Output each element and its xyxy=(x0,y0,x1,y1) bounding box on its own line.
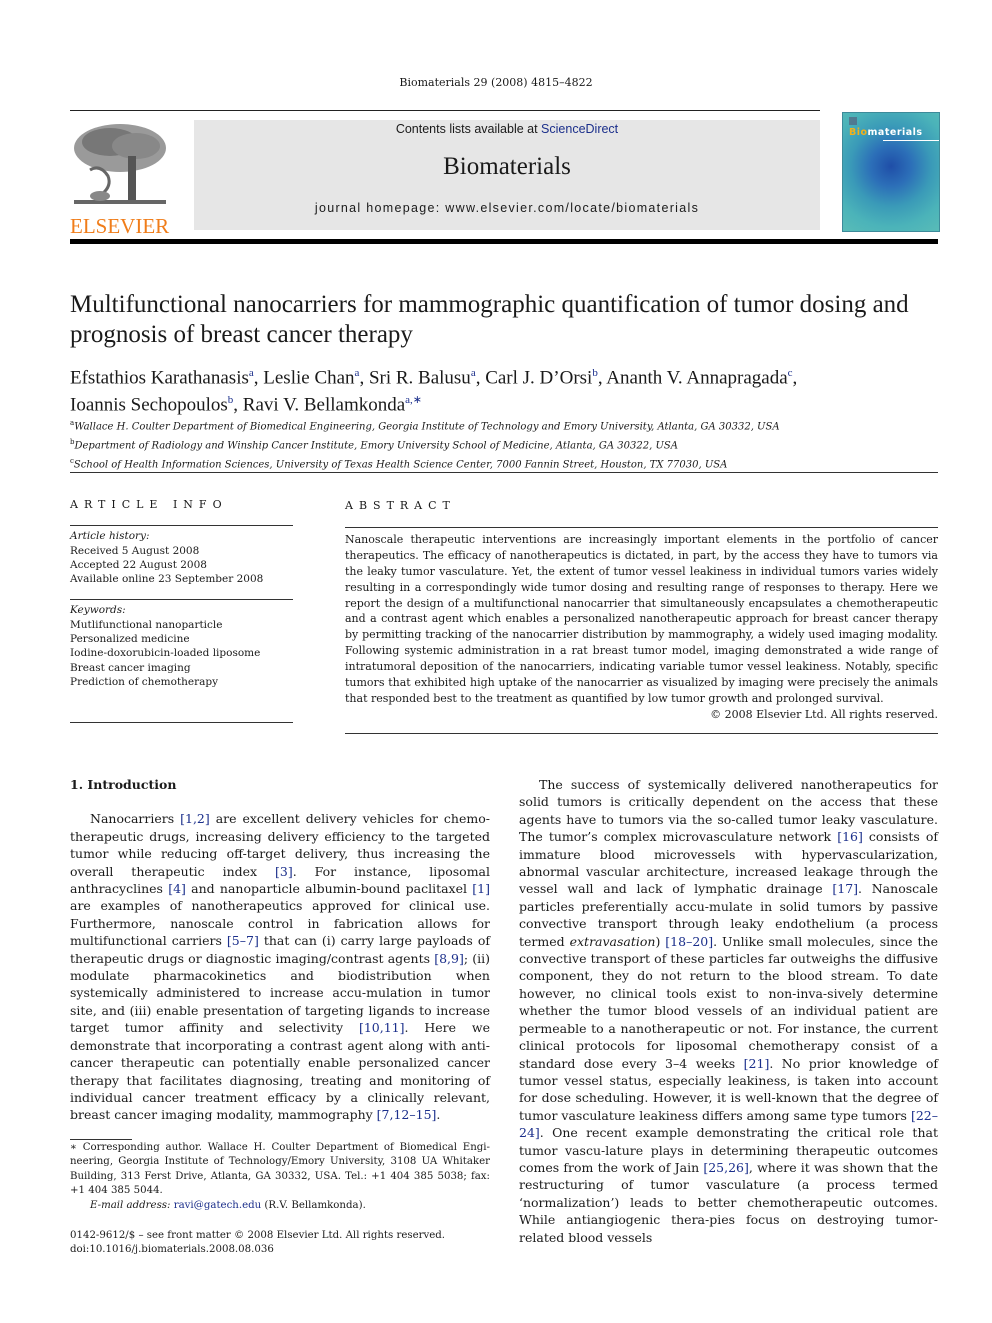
affiliation: bDepartment of Radiology and Winship Can… xyxy=(70,435,950,454)
email-suffix: (R.V. Bellamkonda). xyxy=(261,1199,366,1211)
email-label: E-mail address: xyxy=(90,1199,174,1211)
article-history: Received 5 August 2008 Accepted 22 August… xyxy=(70,544,293,587)
citation-link[interactable]: [10,11] xyxy=(359,1020,405,1035)
citation-link[interactable]: [1,2] xyxy=(180,811,210,826)
corresponding-author-text: ∗ Corresponding author. Wallace H. Coult… xyxy=(70,1142,490,1197)
article-history-label: Article history: xyxy=(70,530,150,543)
keywords-label: Keywords: xyxy=(70,604,126,617)
abstract-copyright: © 2008 Elsevier Ltd. All rights reserved… xyxy=(710,707,938,721)
keyword: Prediction of chemotherapy xyxy=(70,675,219,688)
abstract-rule xyxy=(345,526,938,528)
journal-cover-thumbnail[interactable]: Biomaterials xyxy=(842,112,940,232)
article-info-heading: ARTICLE INFO xyxy=(70,498,228,511)
journal-name: Biomaterials xyxy=(443,153,571,180)
keyword: Iodine-doxorubicin-loaded liposome xyxy=(70,647,261,660)
history-item: Received 5 August 2008 xyxy=(70,544,200,557)
italic-term: extravasation xyxy=(569,933,656,949)
journal-banner: Contents lists available at ScienceDirec… xyxy=(194,120,820,230)
citation-link[interactable]: [22–24] xyxy=(519,1108,938,1140)
affiliation-text: School of Health Information Sciences, U… xyxy=(73,458,728,470)
citation-link[interactable]: [4] xyxy=(168,881,186,896)
keyword: Personalized medicine xyxy=(70,633,190,646)
contents-prefix: Contents lists available at xyxy=(395,122,542,136)
affiliation-text: Department of Radiology and Winship Canc… xyxy=(74,440,678,452)
article-title: Multifunctional nanocarriers for mammogr… xyxy=(70,291,909,348)
citation-link[interactable]: [5–7] xyxy=(227,933,259,948)
author-name[interactable]: Leslie Chan xyxy=(263,367,354,388)
author-separator: , xyxy=(253,367,264,389)
abstract-bottom-rule xyxy=(345,732,938,734)
title-block-rule xyxy=(70,472,938,473)
cover-title-rest: materials xyxy=(867,127,923,138)
intro-paragraph-1: Nanocarriers [1,2] are excellent deliver… xyxy=(70,811,491,1123)
citation-link[interactable]: [7,12–15] xyxy=(377,1107,437,1122)
body-column-left: 1. Introduction Nanocarriers [1,2] are e… xyxy=(70,776,490,1124)
elsevier-logo[interactable]: ELSEVIER xyxy=(70,120,172,237)
history-item: Available online 23 September 2008 xyxy=(70,573,264,586)
article-info: ARTICLE INFO Article history: Received 5… xyxy=(70,498,293,724)
affiliation: aWallace H. Coulter Department of Biomed… xyxy=(70,416,950,435)
author-separator: , xyxy=(475,367,486,389)
citation-link[interactable]: [1] xyxy=(472,881,490,896)
cover-rule xyxy=(883,140,939,141)
abstract-heading: ABSTRACT xyxy=(345,499,456,512)
citation-link[interactable]: [25,26] xyxy=(703,1160,749,1175)
cover-title: Biomaterials xyxy=(849,127,923,138)
citation-link[interactable]: [3] xyxy=(275,864,293,879)
journal-citation: Biomaterials 29 (2008) 4815–4822 xyxy=(399,76,593,89)
header-thick-rule xyxy=(70,239,938,244)
email-line: E-mail address: ravi@gatech.edu (R.V. Be… xyxy=(70,1199,490,1213)
author-name[interactable]: Ioannis Sechopoulos xyxy=(70,395,228,416)
author-name[interactable]: Carl J. D’Orsi xyxy=(485,367,592,388)
author-separator: , xyxy=(233,394,243,416)
elsevier-wordmark: ELSEVIER xyxy=(70,214,170,238)
author-name[interactable]: Ananth V. Annapragada xyxy=(606,367,787,388)
front-matter: 0142-9612/$ – see front matter © 2008 El… xyxy=(70,1229,510,1258)
keyword: Mutlifunctional nanoparticle xyxy=(70,618,223,631)
author-list: Efstathios Karathanasisa, Leslie Chana, … xyxy=(70,362,950,417)
citation-link[interactable]: [21] xyxy=(744,1056,770,1071)
doi-link[interactable]: doi:10.1016/j.biomaterials.2008.08.036 xyxy=(70,1243,510,1257)
footnote-rule xyxy=(70,1139,132,1140)
affiliation-text: Wallace H. Coulter Department of Biomedi… xyxy=(74,421,780,433)
citation-link[interactable]: [17] xyxy=(832,881,858,896)
sciencedirect-link[interactable]: ScienceDirect xyxy=(541,122,618,136)
article-info-rule xyxy=(70,525,293,527)
author-name[interactable]: Efstathios Karathanasis xyxy=(70,367,249,388)
header-rule xyxy=(70,110,820,111)
abstract-text: Nanoscale therapeutic interventions are … xyxy=(345,532,938,705)
email-link[interactable]: ravi@gatech.edu xyxy=(174,1200,261,1211)
abstract: ABSTRACT Nanoscale therapeutic intervent… xyxy=(345,498,938,734)
citation-link[interactable]: [16] xyxy=(837,829,863,844)
article-info-bottom-rule xyxy=(70,722,293,724)
corresponding-author-footnote: ∗ Corresponding author. Wallace H. Coult… xyxy=(70,1141,490,1213)
history-item: Accepted 22 August 2008 xyxy=(70,558,207,571)
author-separator: , xyxy=(792,367,798,389)
citation-link[interactable]: [18–20] xyxy=(665,934,713,949)
cover-title-bio: Bio xyxy=(849,127,868,138)
citation-link[interactable]: [8,9] xyxy=(434,951,464,966)
cover-publisher-mark-icon xyxy=(849,117,857,125)
section-heading-introduction: 1. Introduction xyxy=(70,777,177,792)
journal-homepage-link[interactable]: journal homepage: www.elsevier.com/locat… xyxy=(194,201,820,215)
elsevier-tree-icon xyxy=(70,120,170,210)
body-column-right: The success of systemically delivered na… xyxy=(519,776,938,1246)
intro-paragraph-2: The success of systemically delivered na… xyxy=(519,777,938,1245)
keywords-list: Mutlifunctional nanoparticle Personalized… xyxy=(70,618,293,689)
author-separator: , xyxy=(359,367,369,389)
affiliations: aWallace H. Coulter Department of Biomed… xyxy=(70,416,950,472)
keywords-rule xyxy=(70,599,293,601)
affiliation: cSchool of Health Information Sciences, … xyxy=(70,454,950,473)
author-name[interactable]: Sri R. Balusu xyxy=(369,367,471,388)
author-name[interactable]: Ravi V. Bellamkonda xyxy=(243,395,405,416)
keyword: Breast cancer imaging xyxy=(70,661,191,674)
author-affiliation-mark[interactable]: a,∗ xyxy=(405,394,422,406)
issn-line: 0142-9612/$ – see front matter © 2008 El… xyxy=(70,1230,446,1241)
contents-availability: Contents lists available at ScienceDirec… xyxy=(194,122,820,136)
